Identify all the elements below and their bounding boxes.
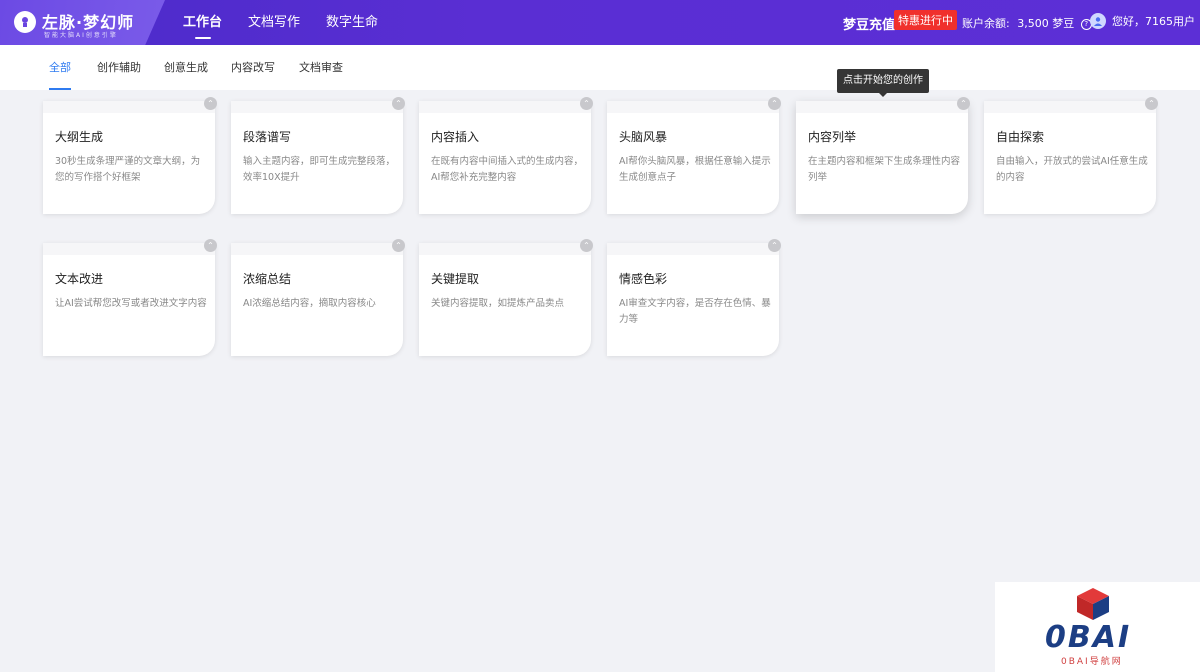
card-band	[984, 101, 1156, 113]
card-band	[796, 101, 968, 113]
card-desc: AI审查文字内容，是否存在色情、暴力等	[619, 298, 771, 325]
card-band	[419, 243, 591, 255]
user-menu[interactable]: 您好，7165用户	[1090, 13, 1195, 29]
watermark-sub: 0BAI导航网	[1061, 657, 1123, 667]
card-sentiment[interactable]: ⌃ 情感色彩 AI审查文字内容，是否存在色情、暴力等	[607, 239, 781, 356]
card-title: 情感色彩	[619, 272, 668, 286]
avatar	[1090, 13, 1106, 29]
chevron-up-icon: ⌃	[768, 239, 781, 252]
card-title: 内容列举	[808, 130, 857, 144]
logo-icon	[14, 11, 36, 33]
card-band	[43, 243, 215, 255]
card-band	[607, 101, 779, 113]
logo[interactable]: 左脉·梦幻师 智能大脑AI创意引擎	[0, 0, 165, 45]
chevron-up-icon: ⌃	[768, 97, 781, 110]
card-title: 内容插入	[431, 130, 480, 144]
cube-logo-icon	[1077, 588, 1109, 620]
nav-workbench[interactable]: 工作台	[183, 0, 222, 45]
card-extract[interactable]: ⌃ 关键提取 关键内容提取，如提炼产品卖点	[419, 239, 593, 356]
watermark-text: 0BAI	[1045, 620, 1132, 655]
card-improve[interactable]: ⌃ 文本改进 让AI尝试帮您改写或者改进文字内容	[43, 239, 217, 356]
balance-label: 账户余额:	[962, 17, 1010, 30]
chevron-up-icon: ⌃	[1145, 97, 1158, 110]
card-band	[231, 243, 403, 255]
chevron-up-icon: ⌃	[392, 239, 405, 252]
card-title: 段落谱写	[243, 130, 292, 144]
card-desc: 自由输入，开放式的尝试AI任意生成的内容	[996, 156, 1148, 183]
card-desc: 输入主题内容，即可生成完整段落，效率10X提升	[243, 156, 396, 183]
card-band	[231, 101, 403, 113]
card-desc: 让AI尝试帮您改写或者改进文字内容	[55, 298, 207, 309]
chevron-up-icon: ⌃	[580, 239, 593, 252]
card-list[interactable]: ⌃ 内容列举 在主题内容和框架下生成条理性内容列举	[796, 97, 970, 214]
card-title: 大纲生成	[55, 130, 104, 144]
card-title: 头脑风暴	[619, 130, 668, 144]
card-brainstorm[interactable]: ⌃ 头脑风暴 AI帮你头脑风暴，根据任意输入提示生成创意点子	[607, 97, 781, 214]
card-desc: 30秒生成条理严谨的文章大纲，为您的写作搭个好框架	[55, 156, 201, 183]
category-tabs: 全部 创作辅助 创意生成 内容改写 文档审查	[0, 45, 1200, 90]
recharge-link[interactable]: 梦豆充值	[843, 14, 895, 33]
tab-assist[interactable]: 创作辅助	[97, 45, 141, 90]
nav-doc-writing[interactable]: 文档写作	[248, 0, 300, 45]
card-explore[interactable]: ⌃ 自由探索 自由输入，开放式的尝试AI任意生成的内容	[984, 97, 1158, 214]
tab-creative[interactable]: 创意生成	[164, 45, 208, 90]
card-desc: 关键内容提取，如提炼产品卖点	[431, 298, 565, 309]
card-title: 自由探索	[996, 130, 1045, 144]
watermark: 0BAI 0BAI导航网	[995, 582, 1200, 672]
chevron-up-icon: ⌃	[957, 97, 970, 110]
promo-badge[interactable]: 特惠进行中	[894, 10, 957, 30]
tab-all[interactable]: 全部	[49, 45, 71, 90]
card-summarize[interactable]: ⌃ 浓缩总结 AI浓缩总结内容，摘取内容核心	[231, 239, 405, 356]
card-title: 浓缩总结	[243, 272, 292, 286]
card-band	[43, 101, 215, 113]
user-greeting: 您好，7165用户	[1112, 15, 1195, 28]
tab-review[interactable]: 文档审查	[299, 45, 343, 90]
nav-digital-life[interactable]: 数字生命	[326, 0, 378, 45]
card-desc: 在主题内容和框架下生成条理性内容列举	[808, 156, 961, 183]
tab-rewrite[interactable]: 内容改写	[231, 45, 275, 90]
card-band	[607, 243, 779, 255]
card-outline[interactable]: ⌃ 大纲生成 30秒生成条理严谨的文章大纲，为您的写作搭个好框架	[43, 97, 217, 214]
chevron-up-icon: ⌃	[580, 97, 593, 110]
chevron-up-icon: ⌃	[392, 97, 405, 110]
chevron-up-icon: ⌃	[204, 97, 217, 110]
card-desc: AI帮你头脑风暴，根据任意输入提示生成创意点子	[619, 156, 771, 183]
card-desc: AI浓缩总结内容，摘取内容核心	[243, 298, 376, 309]
top-bar: 左脉·梦幻师 智能大脑AI创意引擎 工作台 文档写作 数字生命 梦豆充值 特惠进…	[0, 0, 1200, 45]
card-title: 文本改进	[55, 272, 104, 286]
card-band	[419, 101, 591, 113]
account-balance: 账户余额: 3,500 梦豆 ?	[962, 15, 1092, 31]
card-tooltip: 点击开始您的创作	[837, 69, 929, 97]
card-title: 关键提取	[431, 272, 480, 286]
card-desc: 在既有内容中间插入式的生成内容，AI帮您补充完整内容	[431, 156, 584, 183]
logo-subtitle: 智能大脑AI创意引擎	[44, 32, 118, 39]
card-insert[interactable]: ⌃ 内容插入 在既有内容中间插入式的生成内容，AI帮您补充完整内容	[419, 97, 593, 214]
main-nav: 工作台 文档写作 数字生命	[183, 0, 404, 45]
chevron-up-icon: ⌃	[204, 239, 217, 252]
card-paragraph[interactable]: ⌃ 段落谱写 输入主题内容，即可生成完整段落，效率10X提升	[231, 97, 405, 214]
balance-value: 3,500 梦豆	[1017, 17, 1075, 30]
